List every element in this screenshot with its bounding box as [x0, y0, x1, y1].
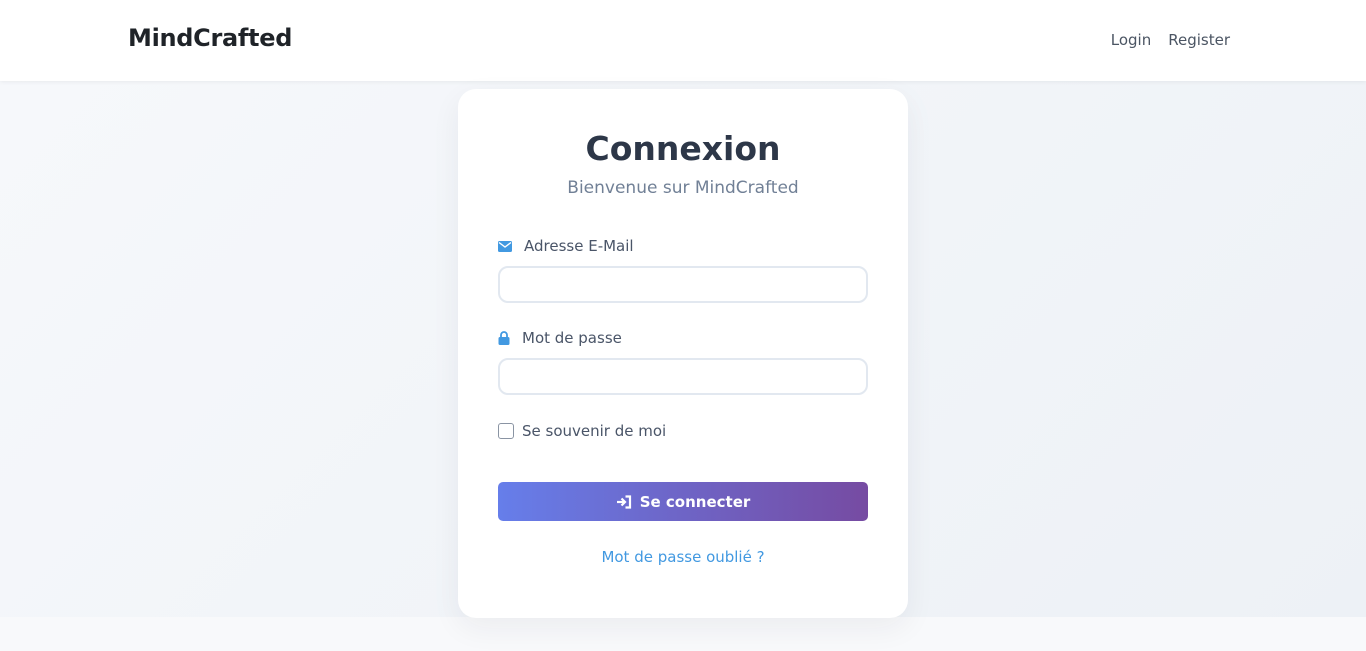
remember-me-label[interactable]: Se souvenir de moi	[522, 422, 666, 440]
login-submit-button[interactable]: Se connecter	[498, 482, 868, 521]
email-label: Adresse E-Mail	[524, 237, 634, 255]
nav-links: Login Register	[1111, 31, 1230, 49]
top-navbar: MindCrafted Login Register	[0, 0, 1366, 81]
footer-strip	[0, 617, 1366, 651]
nav-register-link[interactable]: Register	[1168, 31, 1230, 49]
remember-me-checkbox[interactable]	[498, 423, 514, 439]
email-field[interactable]	[498, 266, 868, 303]
login-submit-label: Se connecter	[639, 492, 751, 511]
password-field[interactable]	[498, 358, 868, 395]
password-label: Mot de passe	[522, 329, 622, 347]
brand-logo[interactable]: MindCrafted	[128, 24, 292, 52]
nav-login-link[interactable]: Login	[1111, 31, 1151, 49]
forgot-password-link[interactable]: Mot de passe oublié ?	[458, 548, 908, 566]
remember-me-row: Se souvenir de moi	[498, 422, 666, 440]
sign-in-icon	[616, 494, 632, 509]
password-label-row: Mot de passe	[498, 329, 622, 347]
lock-icon	[498, 331, 512, 345]
page-title: Connexion	[585, 129, 781, 168]
login-card: Connexion Bienvenue sur MindCrafted Adre…	[458, 89, 908, 618]
page-subtitle: Bienvenue sur MindCrafted	[567, 178, 799, 198]
envelope-icon	[498, 239, 512, 253]
email-label-row: Adresse E-Mail	[498, 237, 634, 255]
